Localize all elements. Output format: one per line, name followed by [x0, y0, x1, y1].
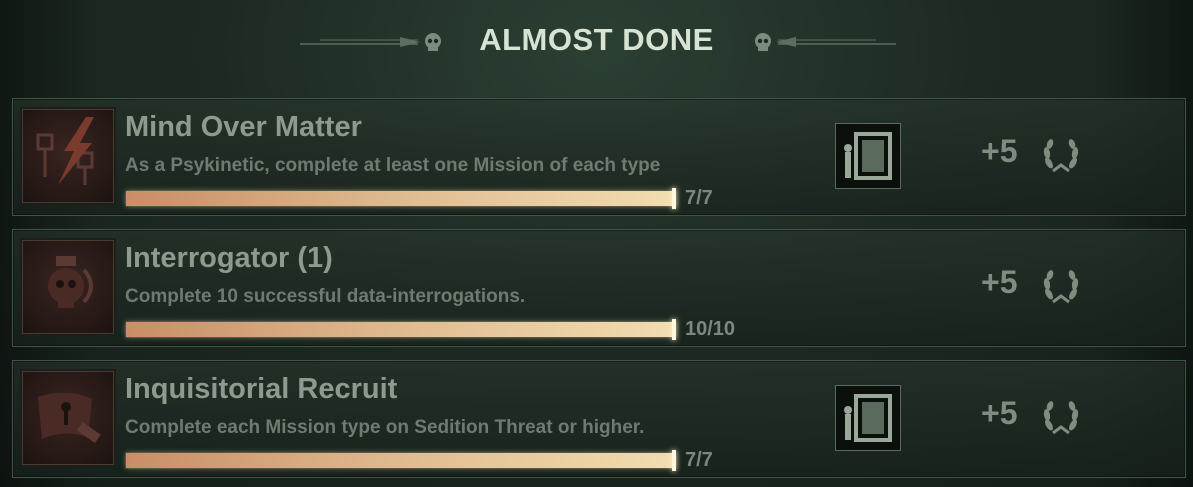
reward-points: +5: [981, 395, 1018, 431]
progress-bar-fill: [126, 319, 676, 340]
reward-points: +5: [981, 133, 1018, 169]
achievement-card[interactable]: Mind Over Matter As a Psykinetic, comple…: [12, 98, 1186, 216]
achievement-card[interactable]: Interrogator (1) Complete 10 successful …: [12, 229, 1186, 347]
achievement-description: Complete 10 successful data-interrogatio…: [125, 286, 526, 307]
inquisition-seal-icon: [20, 369, 116, 467]
achievement-title: Inquisitorial Recruit: [125, 373, 398, 405]
header-title: ALMOST DONE: [479, 22, 714, 57]
progress-text: 10/10: [685, 318, 736, 340]
progress-bar-fill: [126, 450, 676, 471]
achievement-title: Mind Over Matter: [125, 111, 362, 143]
reward-points: +5: [981, 264, 1018, 300]
achievement-title: Interrogator (1): [125, 242, 333, 274]
achievement-description: Complete each Mission type on Sedition T…: [125, 417, 645, 438]
reward-frame-icon[interactable]: [835, 385, 901, 451]
progress-text: 7/7: [685, 449, 713, 471]
progress-bar-fill: [126, 188, 676, 209]
skull-icon: [755, 33, 771, 51]
progress-text: 7/7: [685, 187, 713, 209]
servo-skull-icon: [20, 238, 116, 336]
reward-frame-icon[interactable]: [835, 123, 901, 189]
achievement-description: As a Psykinetic, complete at least one M…: [125, 155, 661, 176]
progress-bar: [125, 450, 676, 471]
psyker-lightning-icon: [20, 107, 116, 205]
laurel-wreath-icon: [1043, 139, 1079, 173]
laurel-wreath-icon: [1043, 270, 1079, 304]
achievement-card[interactable]: Inquisitorial Recruit Complete each Miss…: [12, 360, 1186, 478]
progress-bar: [125, 188, 676, 209]
progress-bar: [125, 319, 676, 340]
section-header: ALMOST DONE: [0, 0, 1193, 90]
laurel-wreath-icon: [1043, 401, 1079, 435]
header-ornament-right: [746, 30, 896, 54]
